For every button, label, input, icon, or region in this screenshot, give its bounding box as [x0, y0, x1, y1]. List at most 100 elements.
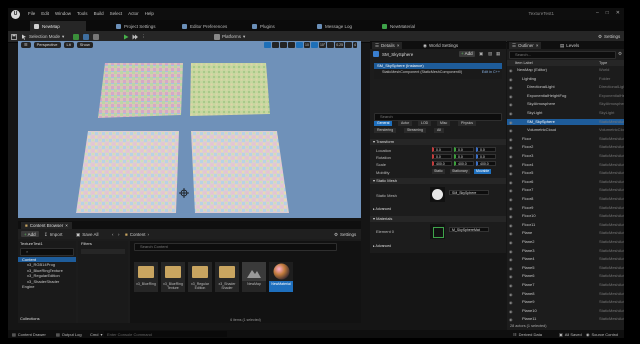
asset-folder-tile[interactable]: x3_BlueRing Texture: [161, 262, 185, 292]
floor-plane-1[interactable]: [98, 63, 183, 118]
static-mesh-dropdown[interactable]: SM_SkySphere: [449, 190, 489, 195]
close-icon[interactable]: ×: [536, 43, 539, 48]
rotation-label[interactable]: Rotation: [376, 155, 391, 160]
filter-chip[interactable]: [81, 248, 125, 254]
filter-physics[interactable]: Physics: [458, 121, 477, 126]
tree-item-engine[interactable]: Engine: [18, 284, 76, 290]
menu-help[interactable]: Help: [145, 11, 154, 16]
unreal-logo-icon[interactable]: U: [11, 10, 20, 19]
mobility-stationary[interactable]: Stationary: [450, 169, 470, 174]
outliner-row[interactable]: ◉ SM_SkySphere StaticMeshActor: [507, 118, 624, 125]
add-button[interactable]: + Add: [21, 231, 39, 237]
history-back-button[interactable]: ‹: [112, 231, 114, 238]
save-button[interactable]: [11, 33, 17, 40]
visibility-eye-icon[interactable]: ◉: [509, 283, 513, 289]
platforms-button[interactable]: Platforms ▾: [214, 33, 245, 40]
menu-edit[interactable]: Edit: [41, 11, 49, 16]
menu-select[interactable]: Select: [110, 11, 123, 16]
tab-levels[interactable]: ▤ Levels: [557, 42, 582, 49]
lock-icon[interactable]: ▧: [488, 51, 492, 57]
content-browser-tab[interactable]: ■ Content Browser ×: [21, 222, 72, 229]
static-mesh-section-header[interactable]: ▾ Static Mesh: [370, 178, 506, 184]
static-mesh-thumbnail[interactable]: [430, 187, 445, 202]
tab-newmaterial[interactable]: NewMaterial: [378, 21, 419, 31]
floor-plane-3[interactable]: [76, 131, 179, 213]
rotation-z-input[interactable]: 0.0: [476, 154, 496, 159]
outliner-row[interactable]: ◉ SkyLight SkyLight: [507, 110, 624, 116]
outliner-row[interactable]: ◉ Plane5 StaticMeshActor: [507, 265, 624, 271]
materials-section-header[interactable]: ▾ Materials: [370, 216, 506, 222]
scale-z-input[interactable]: 400.0: [476, 161, 496, 166]
visibility-eye-icon[interactable]: ◉: [509, 154, 513, 160]
outliner-row[interactable]: ◉ Floor10 StaticMeshActor: [507, 213, 624, 219]
materials-advanced[interactable]: ▸ Advanced: [370, 243, 506, 249]
outliner-row[interactable]: ◉ Floor StaticMeshActor: [507, 136, 624, 142]
skip-button[interactable]: [132, 33, 138, 40]
outliner-row[interactable]: ◉ SkyAtmosphere SkyAtmosphere: [507, 101, 624, 107]
add-component-button[interactable]: + Add: [459, 51, 475, 57]
tab-project-settings[interactable]: Project Settings: [112, 21, 160, 31]
location-z-input[interactable]: 0.0: [476, 147, 496, 152]
outliner-row[interactable]: ◉ Plane8 StaticMeshActor: [507, 291, 624, 297]
source-control-button[interactable]: ◉ Source Control: [586, 331, 618, 337]
outliner-row[interactable]: ◉ Floor11 StaticMeshActor: [507, 222, 624, 228]
maximize-icon[interactable]: □: [606, 10, 609, 16]
outliner-row[interactable]: ◉ Plane StaticMeshActor: [507, 230, 624, 236]
visibility-eye-icon[interactable]: ◉: [509, 300, 513, 306]
visibility-eye-icon[interactable]: ◉: [509, 180, 513, 186]
location-y-input[interactable]: 0.0: [454, 147, 474, 152]
tab-outliner[interactable]: ☰ Outliner ×: [509, 42, 542, 49]
edit-in-cpp-link[interactable]: Edit in C++: [482, 69, 500, 75]
close-icon[interactable]: ×: [65, 223, 68, 228]
filter-lod[interactable]: LOD: [418, 121, 432, 126]
create-button[interactable]: [73, 33, 79, 40]
blueprint-button[interactable]: [83, 33, 89, 40]
visibility-eye-icon[interactable]: ◉: [509, 266, 513, 272]
scale-label[interactable]: Scale: [376, 162, 386, 167]
outliner-search-input[interactable]: Search...: [509, 51, 616, 59]
location-x-input[interactable]: 0.0: [432, 147, 452, 152]
output-log-button[interactable]: ▤ Output Log: [56, 331, 82, 337]
gear-icon[interactable]: ⚙: [618, 51, 622, 57]
console-input[interactable]: Enter Console Command: [104, 331, 227, 337]
tab-newmap[interactable]: NewMap: [30, 21, 86, 31]
outliner-row[interactable]: ◉ Plane9 StaticMeshActor: [507, 299, 624, 305]
floor-plane-4[interactable]: [191, 131, 289, 213]
close-icon[interactable]: ×: [397, 43, 400, 48]
visibility-eye-icon[interactable]: ◉: [509, 309, 513, 315]
play-button[interactable]: [123, 33, 129, 40]
item-label-column[interactable]: Item Label: [515, 60, 533, 66]
asset-map-tile[interactable]: NewMap: [242, 262, 266, 292]
outliner-row[interactable]: ◉ Floor8 StaticMeshActor: [507, 196, 624, 202]
filter-misc[interactable]: Misc: [437, 121, 451, 126]
visibility-eye-icon[interactable]: ◉: [509, 85, 513, 91]
outliner-row[interactable]: ◉ Plane6 StaticMeshActor: [507, 273, 624, 279]
menu-window[interactable]: Window: [55, 11, 71, 16]
mobility-movable[interactable]: Movable: [474, 169, 492, 174]
outliner-row[interactable]: ◉ NewMap (Editor) World: [507, 67, 624, 73]
outliner-row[interactable]: ◉ Plane7 StaticMeshActor: [507, 282, 624, 288]
stop-button[interactable]: ⋮: [141, 33, 146, 40]
visibility-eye-icon[interactable]: ◉: [509, 171, 513, 177]
breadcrumb[interactable]: ■ Content ›: [125, 231, 149, 238]
menu-actor[interactable]: Actor: [128, 11, 139, 16]
import-button[interactable]: ↧ Import: [44, 231, 63, 238]
visibility-eye-icon[interactable]: ◉: [509, 68, 513, 74]
outliner-row[interactable]: ◉ Floor9 StaticMeshActor: [507, 205, 624, 211]
visibility-eye-icon[interactable]: ◉: [509, 292, 513, 298]
tab-editor-preferences[interactable]: Editor Preferences: [178, 21, 231, 31]
rotation-y-input[interactable]: 0.0: [454, 154, 474, 159]
filter-all[interactable]: All: [434, 128, 444, 133]
asset-folder-tile[interactable]: x3_Shader Shader: [215, 262, 239, 292]
outliner-row[interactable]: ◉ Lighting Folder: [507, 76, 624, 82]
mode-selector[interactable]: Selection Mode ▾: [21, 33, 64, 40]
visibility-eye-icon[interactable]: ◉: [509, 188, 513, 194]
material-thumbnail[interactable]: [430, 224, 445, 239]
outliner-row[interactable]: ◉ DirectionalLight DirectionalLight: [507, 84, 624, 90]
visibility-eye-icon[interactable]: ◉: [509, 317, 513, 323]
visibility-eye-icon[interactable]: ◉: [509, 231, 513, 237]
menu-tools[interactable]: Tools: [77, 11, 88, 16]
visibility-eye-icon[interactable]: ◉: [509, 274, 513, 280]
visibility-eye-icon[interactable]: ◉: [509, 102, 513, 108]
menu-build[interactable]: Build: [94, 11, 104, 16]
